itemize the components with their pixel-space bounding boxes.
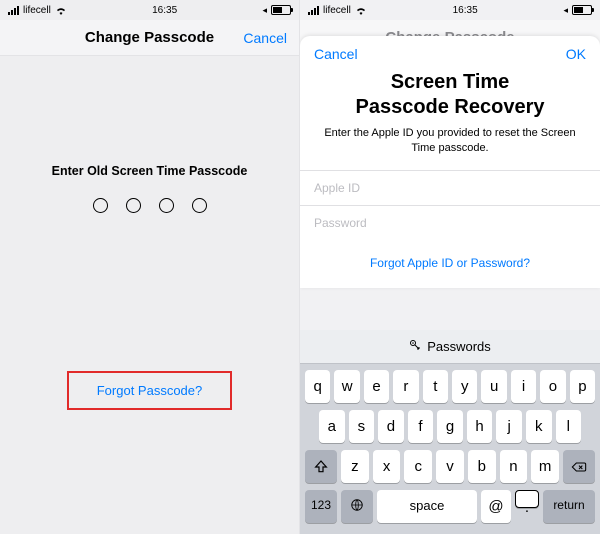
sheet-cancel-button[interactable]: Cancel [314,46,358,62]
key-q[interactable]: q [305,370,330,403]
cancel-button[interactable]: Cancel [243,30,287,46]
sheet-title: Screen Time Passcode Recovery [300,68,600,126]
space-key[interactable]: space [377,490,477,523]
key-y[interactable]: y [452,370,477,403]
forgot-passcode-highlight: Forgot Passcode? [67,371,233,410]
key-g[interactable]: g [437,410,463,443]
location-icon: ◂ [262,5,267,16]
status-time: 16:35 [152,5,177,16]
passcode-dots[interactable] [93,198,207,213]
key-w[interactable]: w [334,370,359,403]
status-right: ◂ [563,5,592,16]
key-n[interactable]: n [500,450,528,483]
key-p[interactable]: p [570,370,595,403]
screen-passcode-recovery: lifecell 16:35 ◂ Change Passcode Cancel … [300,0,600,534]
wifi-icon [55,6,67,15]
signal-icon [8,6,19,15]
at-key[interactable]: @ [481,490,511,523]
key-z[interactable]: z [341,450,369,483]
carrier-label: lifecell [23,5,51,16]
numbers-key[interactable]: 123 [305,490,337,523]
key-k[interactable]: k [526,410,552,443]
passcode-dot [159,198,174,213]
recovery-sheet: Cancel OK Screen Time Passcode Recovery … [300,36,600,288]
status-bar: lifecell 16:35 ◂ [0,0,299,20]
backspace-key[interactable] [563,450,595,483]
passcode-dot [93,198,108,213]
passcode-prompt: Enter Old Screen Time Passcode [52,164,248,178]
wifi-icon [355,6,367,15]
key-v[interactable]: v [436,450,464,483]
carrier-label: lifecell [323,5,351,16]
key-m[interactable]: m [531,450,559,483]
key-l[interactable]: l [556,410,582,443]
sheet-subtitle: Enter the Apple ID you provided to reset… [300,126,600,170]
key-j[interactable]: j [496,410,522,443]
status-right: ◂ [262,5,291,16]
key-icon [409,339,421,354]
return-key[interactable]: return [543,490,595,523]
dot-key[interactable]: . [515,490,539,508]
keyboard-row-1: q w e r t y u i o p [303,370,597,403]
battery-icon [271,5,291,15]
status-time: 16:35 [453,5,478,16]
battery-icon [572,5,592,15]
status-bar: lifecell 16:35 ◂ [300,0,600,20]
forgot-apple-id-link[interactable]: Forgot Apple ID or Password? [300,240,600,284]
signal-icon [308,6,319,15]
passcode-dot [126,198,141,213]
nav-title: Change Passcode [85,29,214,46]
key-d[interactable]: d [378,410,404,443]
key-s[interactable]: s [349,410,375,443]
passcode-entry-area: Enter Old Screen Time Passcode Forgot Pa… [0,56,299,534]
passcode-dot [192,198,207,213]
screen-change-passcode: lifecell 16:35 ◂ Change Passcode Cancel … [0,0,300,534]
forgot-passcode-link[interactable]: Forgot Passcode? [97,383,203,398]
keyboard: Passwords q w e r t y u i o p a s d f g … [300,330,600,534]
key-i[interactable]: i [511,370,536,403]
keyboard-passwords-suggestion[interactable]: Passwords [300,330,600,364]
apple-id-field[interactable]: Apple ID [300,170,600,205]
shift-key[interactable] [305,450,337,483]
key-o[interactable]: o [540,370,565,403]
key-t[interactable]: t [423,370,448,403]
key-c[interactable]: c [404,450,432,483]
sheet-nav: Cancel OK [300,36,600,68]
keyboard-row-2: a s d f g h j k l [303,410,597,443]
key-b[interactable]: b [468,450,496,483]
key-u[interactable]: u [481,370,506,403]
status-left: lifecell [308,5,367,16]
key-e[interactable]: e [364,370,389,403]
key-f[interactable]: f [408,410,434,443]
keyboard-row-4: 123 space @ . return [303,490,597,523]
keyboard-row-3: z x c v b n m [303,450,597,483]
status-left: lifecell [8,5,67,16]
key-x[interactable]: x [373,450,401,483]
key-r[interactable]: r [393,370,418,403]
password-field[interactable]: Password [300,205,600,240]
sheet-ok-button[interactable]: OK [566,46,586,62]
key-h[interactable]: h [467,410,493,443]
location-icon: ◂ [563,5,568,16]
nav-bar: Change Passcode Cancel [0,20,299,56]
globe-key[interactable] [341,490,373,523]
key-a[interactable]: a [319,410,345,443]
